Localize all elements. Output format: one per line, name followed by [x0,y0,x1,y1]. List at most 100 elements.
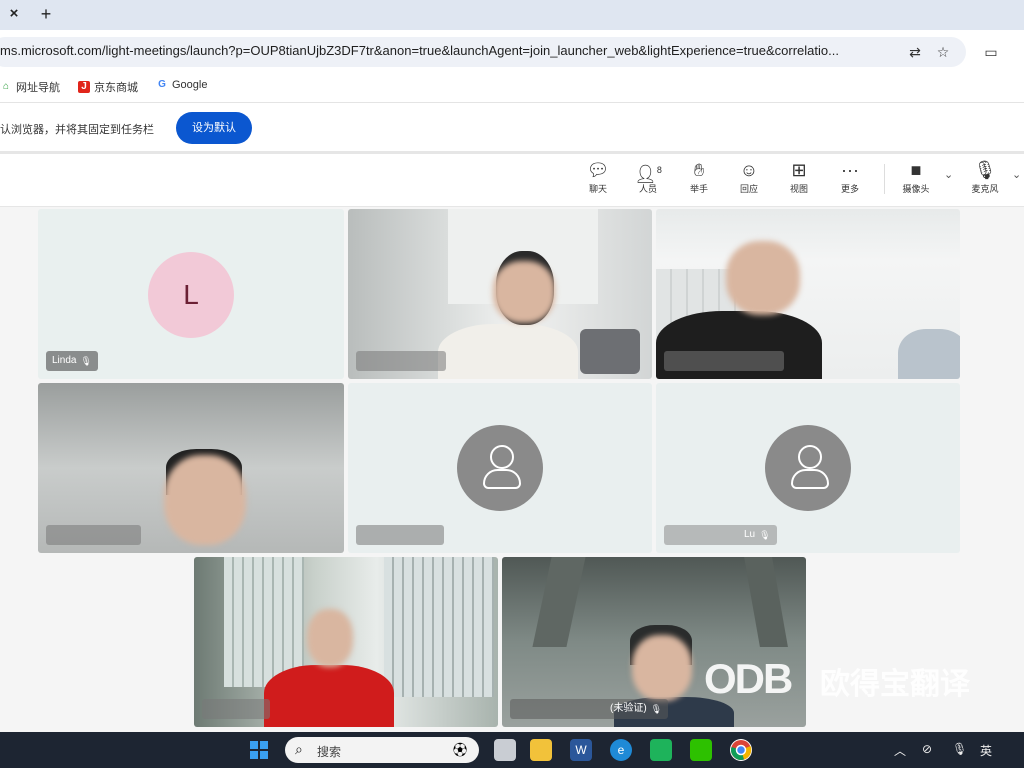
address-row: ms.microsoft.com/light-meetings/launch?p… [0,30,1024,72]
watermark: ODB 欧得宝翻译 [704,655,1004,711]
set-default-button[interactable]: 设为默认 [176,112,252,144]
mic-icon: 🎙︎ [650,704,663,714]
bookmark-label: Google [172,79,208,91]
participant-name-pill: (未验证) 🎙︎ [510,699,669,719]
raise-hand-button[interactable]: ✋︎ 举手 [679,160,719,195]
url-text[interactable]: ms.microsoft.com/light-meetings/launch?p… [0,43,890,58]
bookmark-wangzhi[interactable]: ⌂ 网址导航 [0,79,60,95]
participant-tile-lu[interactable]: Lu 🎙︎ [656,383,960,553]
mic-button[interactable]: 🎙︎ 麦克风 [965,160,1005,195]
mic-label: 麦克风 [971,184,999,194]
star-icon[interactable]: ☆ [934,43,952,61]
side-panel-icon[interactable]: ▭ [982,44,1000,62]
network-icon[interactable]: ⊘ [922,742,932,756]
search-icon: ⌕ [295,741,303,757]
meeting-toolbar: 💬︎ 聊天 👤︎8 人员 ✋︎ 举手 ☺ 回应 ⊞ 视图 ··· 更多 ■ 摄像… [0,154,1024,207]
search-highlight-icon: ⚽︎ [453,742,467,758]
avatar [457,425,543,511]
translate-icon[interactable]: ⇄ [906,43,924,61]
steel-beam-2 [744,557,788,647]
watermark-logo: ODB [704,655,793,702]
meeting-stage: L Linda 🎙︎ Lu 🎙︎ (未验证) 🎙︎ [0,207,1024,732]
participant-name-pill [202,699,270,719]
camera-off-icon: ■ [910,160,922,180]
react-button[interactable]: ☺ 回应 [729,160,769,195]
person-icon [490,445,514,469]
people-button[interactable]: 👤︎8 人员 [628,160,668,195]
camera-button[interactable]: ■ 摄像头 [896,160,936,195]
participant-name-pill [356,351,446,371]
people-icon: 👤︎8 [634,164,662,184]
participant-tile-video[interactable] [656,209,960,379]
bookmark-jd[interactable]: J 京东商城 [78,79,138,95]
participant-tile-video[interactable] [38,383,344,553]
camera-label: 摄像头 [902,184,930,194]
address-bar[interactable]: ms.microsoft.com/light-meetings/launch?p… [0,37,966,67]
camera-options-chevron-icon[interactable]: ⌄ [944,168,953,181]
people-count-badge: 8 [656,165,662,175]
close-tab-button[interactable]: × [4,4,24,24]
participant-name: Linda [52,355,77,366]
participant-face [493,261,555,323]
more-button[interactable]: ··· 更多 [830,160,870,195]
person-icon-body [483,469,521,489]
participant-name: (未验证) [610,703,647,714]
taskbar: ⌕ 搜索 ⚽︎ W e ︿ ⊘ 🎙︎ 英 [0,732,1024,768]
chat-button[interactable]: 💬︎ 聊天 [578,160,618,195]
participant-body [438,324,578,379]
avatar [765,425,851,511]
participant-face [632,635,692,701]
jd-icon: J [78,81,90,93]
participant-name-pill: Linda 🎙︎ [46,351,98,371]
mic-muted-icon: 🎙︎ [759,530,771,540]
wechat-icon[interactable] [690,739,712,761]
avatar: L [148,252,234,338]
person-icon-body [791,469,829,489]
bookmark-google[interactable]: G Google [156,79,207,91]
google-icon: G [158,79,166,90]
participant-name-pill [664,351,784,371]
more-label: 更多 [840,184,859,194]
task-view-icon[interactable] [494,739,516,761]
chair [580,329,640,374]
watermark-text: 欧得宝翻译 [820,668,970,701]
participant-name-pill [46,525,141,545]
chrome-logo [731,740,752,760]
start-button[interactable] [248,739,270,761]
participant-tile-video[interactable] [348,209,652,379]
raise-hand-icon: ✋︎ [693,160,705,180]
file-explorer-icon[interactable] [530,739,552,761]
chrome-icon[interactable] [730,739,752,761]
word-icon[interactable]: W [570,739,592,761]
toolbar-divider [884,164,885,194]
input-language[interactable]: 英 [980,742,992,759]
view-label: 视图 [789,184,808,194]
chat-label: 聊天 [588,184,607,194]
participant-tile-placeholder[interactable] [348,383,652,553]
taskbar-search[interactable]: ⌕ 搜索 ⚽︎ [285,737,479,763]
chat-icon: 💬︎ [586,160,610,180]
person-icon [798,445,822,469]
view-button[interactable]: ⊞ 视图 [779,160,819,195]
react-label: 回应 [739,184,758,194]
bookmark-label: 京东商城 [94,82,138,94]
mic-icon: 🎙︎ [80,356,92,366]
react-icon: ☺ [739,160,759,180]
new-tab-button[interactable]: + [36,4,56,24]
participant-face [164,455,246,545]
mic-options-chevron-icon[interactable]: ⌄ [1012,168,1021,181]
edge-icon[interactable]: e [610,739,632,761]
participant-name: Lu [744,529,756,540]
tray-mic-icon[interactable]: 🎙︎ [952,742,967,756]
raise-hand-label: 举手 [689,184,708,194]
participant-tile-linda[interactable]: L Linda 🎙︎ [38,209,344,379]
home-icon: ⌂ [2,81,10,92]
people-label: 人员 [638,184,657,194]
store-icon[interactable] [650,739,672,761]
mic-icon: 🎙︎ [973,160,997,180]
participant-body [264,665,394,727]
tray-overflow-icon[interactable]: ︿ [894,742,906,759]
participant-tile-video[interactable] [194,557,498,727]
default-browser-infobar: 认浏览器，并将其固定到任务栏 设为默认 [0,103,1024,154]
more-icon: ··· [841,160,859,180]
